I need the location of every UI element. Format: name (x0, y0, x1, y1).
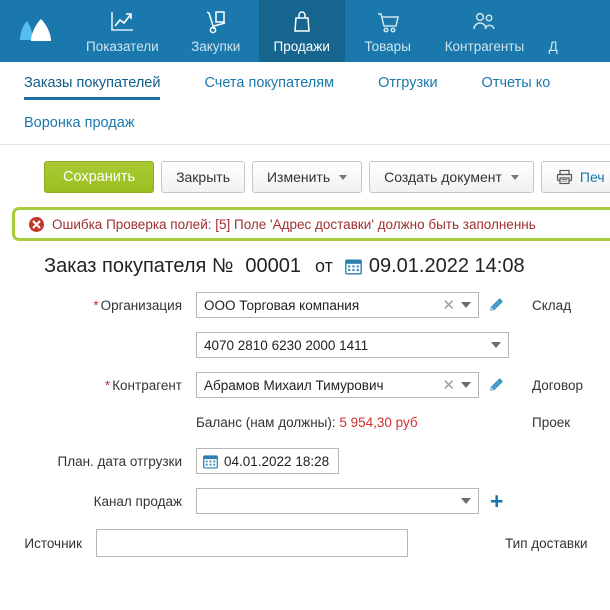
nav-label: Продажи (273, 39, 330, 54)
save-button[interactable]: Сохранить (44, 161, 155, 193)
nav-label: Показатели (86, 39, 159, 54)
calendar-icon[interactable] (203, 454, 218, 469)
sales-channel-label: Канал продаж (93, 493, 182, 509)
account-input[interactable]: 4070 2810 6230 2000 1411 (196, 332, 509, 358)
field-row-balance: Баланс (нам должны): 5 954,30 руб Проек (0, 408, 610, 436)
top-navigation-bar: Показатели Закупки Продажи Товары Контра… (0, 0, 610, 62)
error-circle-icon (28, 216, 45, 233)
nav-label: Контрагенты (444, 39, 525, 54)
nav-item-prodazhi[interactable]: Продажи (258, 0, 345, 62)
balance-amount: 5 954,30 руб (339, 414, 418, 430)
tab-row-secondary: Воронка продаж (0, 106, 610, 144)
nav-item-pokazateli[interactable]: Показатели (72, 0, 173, 62)
required-marker: * (93, 297, 99, 313)
document-date-prefix-label: от (315, 256, 333, 276)
field-row-source: Источник Тип доставки (0, 526, 610, 560)
chart-arrow-icon (109, 8, 135, 36)
app-root: Показатели Закупки Продажи Товары Контра… (0, 0, 610, 610)
source-input[interactable] (96, 529, 408, 557)
clear-x-icon[interactable]: ✕ (442, 298, 455, 313)
required-marker: * (104, 377, 111, 393)
calendar-icon[interactable] (344, 258, 362, 275)
nav-item-more[interactable]: Д (538, 0, 562, 62)
nav-label: Д (548, 39, 558, 54)
nav-label: Закупки (191, 39, 241, 54)
chevron-down-icon (339, 174, 348, 180)
save-button-label: Сохранить (63, 169, 136, 185)
ship-date-input[interactable]: 04.01.2022 18:28 (196, 448, 340, 474)
field-row-counterparty: * Контрагент Абрамов Михаил Тимурович ✕ Д… (0, 368, 610, 402)
create-document-menu-button[interactable]: Создать документ (369, 161, 534, 193)
ship-date-value: 04.01.2022 18:28 (224, 453, 330, 469)
close-button[interactable]: Закрыть (161, 161, 245, 193)
tab-zakazy-pokupateley[interactable]: Заказы покупателей (24, 62, 161, 106)
people-icon (469, 8, 499, 36)
project-label: Проек (532, 414, 571, 430)
error-message-text: Ошибка Проверка полей: [5] Поле 'Адрес д… (52, 216, 536, 232)
tab-otgruzki[interactable]: Отгрузки (378, 62, 437, 106)
counterparty-edit-pencil-icon[interactable] (488, 377, 505, 394)
tab-scheta-pokupatelyam[interactable]: Счета покупателям (204, 62, 334, 106)
printer-icon (556, 169, 573, 185)
field-row-sales-channel: Канал продаж + (0, 484, 610, 518)
print-button[interactable]: Печ (540, 161, 610, 193)
page-title: Заказ покупателя № (44, 255, 234, 277)
organization-label: * Организация (93, 297, 182, 313)
counterparty-input[interactable]: Абрамов Михаил Тимурович ✕ (196, 372, 479, 398)
app-logo[interactable] (0, 0, 72, 62)
field-row-ship-date: План. дата отгрузки 04.01.2022 18:28 (0, 444, 610, 478)
create-document-button-label: Создать документ (384, 169, 502, 185)
sales-channel-input[interactable] (196, 488, 479, 514)
organization-input[interactable]: ООО Торговая компания ✕ (196, 292, 479, 318)
delivery-type-label: Тип доставки (505, 535, 588, 551)
nav-label: Товары (364, 39, 411, 54)
field-row-organization: * Организация ООО Торговая компания ✕ Скл… (0, 288, 610, 322)
chevron-down-icon[interactable] (461, 382, 471, 388)
shopping-bag-icon (289, 8, 315, 36)
close-button-label: Закрыть (176, 169, 230, 185)
document-number[interactable]: 00001 (245, 255, 301, 278)
nav-item-kontragenty[interactable]: Контрагенты (431, 0, 539, 62)
change-menu-button[interactable]: Изменить (251, 161, 363, 193)
logo-mountains-icon (20, 19, 51, 41)
counterparty-label: * Контрагент (104, 377, 182, 393)
validation-error-banner: Ошибка Проверка полей: [5] Поле 'Адрес д… (12, 207, 610, 241)
chevron-down-icon[interactable] (491, 342, 501, 348)
ship-date-label: План. дата отгрузки (57, 453, 183, 469)
balance-hint: Баланс (нам должны): 5 954,30 руб (196, 415, 418, 430)
document-date-value[interactable]: 09.01.2022 14:08 (369, 255, 525, 278)
section-tabs: Заказы покупателей Счета покупателям Отг… (0, 62, 610, 145)
plus-icon[interactable]: + (490, 489, 503, 513)
tab-row-primary: Заказы покупателей Счета покупателям Отг… (0, 62, 610, 106)
chevron-down-icon[interactable] (461, 498, 471, 504)
print-button-label: Печ (579, 169, 605, 185)
nav-item-zakupki[interactable]: Закупки (173, 0, 259, 62)
field-row-account: 4070 2810 6230 2000 1411 (0, 328, 610, 362)
document-toolbar: Сохранить Закрыть Изменить Создать докум… (0, 145, 610, 203)
change-button-label: Изменить (266, 169, 331, 185)
counterparty-value: Абрамов Михаил Тимурович (204, 377, 384, 393)
hand-truck-icon (203, 8, 229, 36)
tab-voronka-prodazh[interactable]: Воронка продаж (24, 106, 135, 136)
order-form: * Организация ООО Торговая компания ✕ Скл… (0, 288, 610, 560)
tab-otchety[interactable]: Отчеты ко (482, 62, 551, 106)
chevron-down-icon (510, 174, 519, 180)
shopping-cart-icon (375, 8, 401, 36)
balance-label: Баланс (нам должны): (196, 414, 336, 430)
warehouse-label: Склад (532, 297, 572, 313)
document-title-row: Заказ покупателя № 00001 от 09.01.2022 1… (0, 241, 610, 288)
clear-x-icon[interactable]: ✕ (442, 378, 455, 393)
contract-label: Договор (532, 377, 583, 393)
source-label: Источник (24, 535, 82, 551)
account-value: 4070 2810 6230 2000 1411 (204, 337, 369, 353)
nav-item-tovary[interactable]: Товары (345, 0, 431, 62)
organization-edit-pencil-icon[interactable] (488, 297, 505, 314)
organization-value: ООО Торговая компания (204, 297, 360, 313)
chevron-down-icon[interactable] (461, 302, 471, 308)
